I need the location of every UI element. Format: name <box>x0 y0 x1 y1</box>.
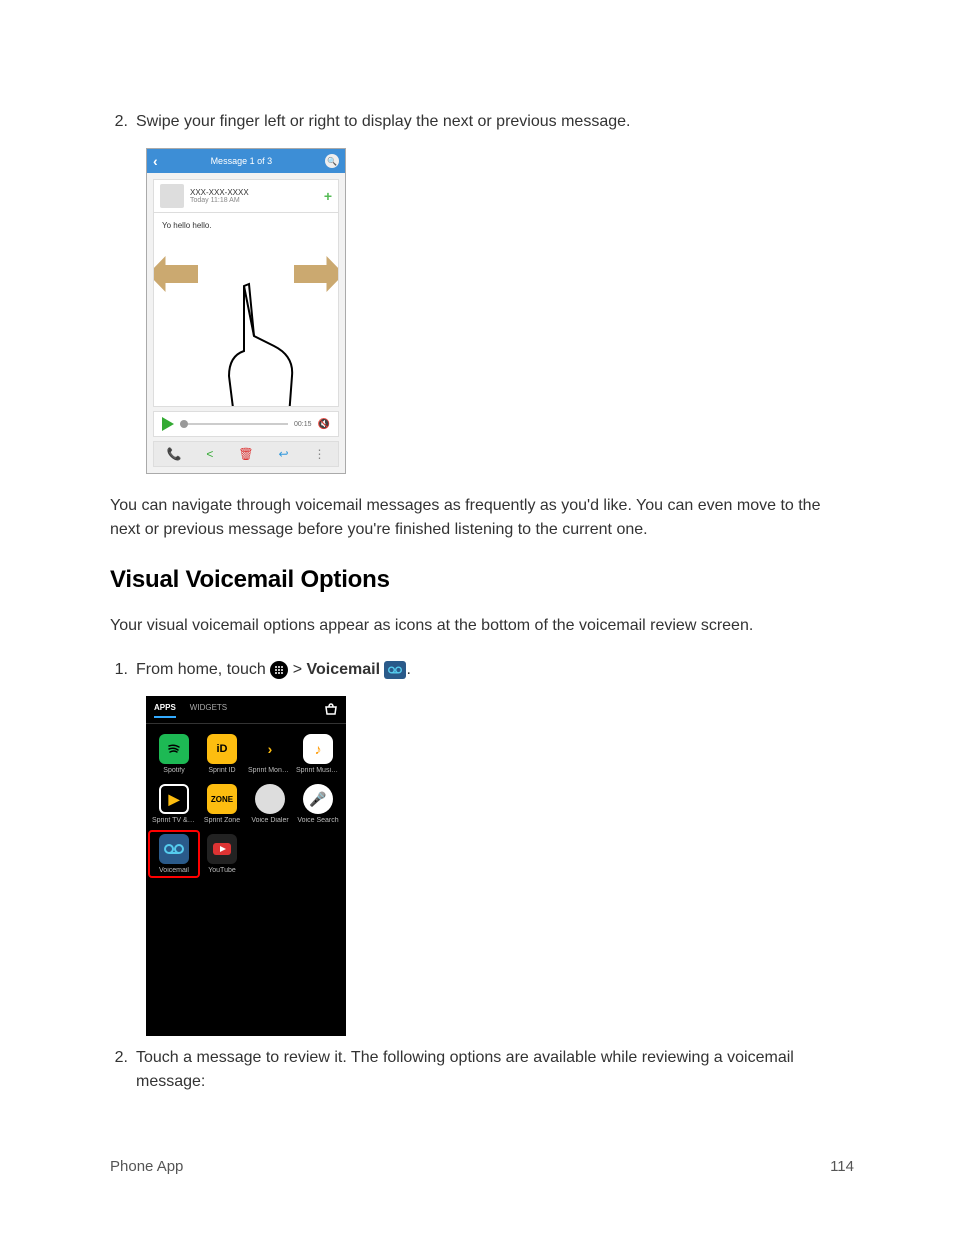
app-label: Sprint ID <box>208 767 235 774</box>
scrubber[interactable] <box>180 423 288 425</box>
page-footer: Phone App 114 <box>110 1158 854 1175</box>
step-text: From home, touch > Voicemail . <box>136 658 854 682</box>
app-sprint-id[interactable]: iD Sprint ID <box>200 734 244 774</box>
tab-widgets[interactable]: WIDGETS <box>190 703 227 718</box>
reply-icon[interactable]: ↩ <box>278 447 288 461</box>
app-label: Voice Search <box>297 817 338 824</box>
app-voicemail-highlighted[interactable]: Voicemail <box>148 830 200 878</box>
app-sprint-tv[interactable]: ▶ Sprint TV & M... <box>152 784 196 824</box>
vm-time: Today 11:18 AM <box>190 197 318 204</box>
vm-header-title: Message 1 of 3 <box>211 156 273 166</box>
step-number: 2. <box>110 1046 136 1094</box>
app-sprint-zone[interactable]: ZONE Sprint Zone <box>200 784 244 824</box>
voice-search-icon: 🎤 <box>303 784 333 814</box>
delete-icon[interactable]: 🗑 <box>238 447 253 461</box>
step-1-from-home: 1. From home, touch > Voicemail . <box>110 658 854 682</box>
duration-label: 00:15 <box>294 421 312 428</box>
app-grid: Spotify iD Sprint ID › Sprint Money... ♪… <box>146 724 346 884</box>
screenshot-voicemail-message: ‹ Message 1 of 3 🔍 XXX-XXX-XXXX Today 11… <box>146 148 346 474</box>
step-prefix: From home, touch <box>136 661 270 678</box>
apps-grid-icon <box>270 661 288 679</box>
swipe-area[interactable] <box>153 238 339 407</box>
step-number: 1. <box>110 658 136 682</box>
vm-message-card: XXX-XXX-XXXX Today 11:18 AM + <box>153 179 339 213</box>
add-contact-icon[interactable]: + <box>324 188 332 204</box>
app-youtube[interactable]: YouTube <box>200 834 244 874</box>
vm-header: ‹ Message 1 of 3 🔍 <box>147 149 345 173</box>
speaker-icon[interactable]: 🔇 <box>318 419 330 430</box>
app-label: Sprint Zone <box>204 817 240 824</box>
share-icon[interactable]: < <box>206 447 213 461</box>
step-text: Touch a message to review it. The follow… <box>136 1046 854 1094</box>
sprint-tv-icon: ▶ <box>159 784 189 814</box>
vm-playbar: 00:15 🔇 <box>153 411 339 437</box>
vm-transcript: Yo hello hello. <box>153 213 339 238</box>
app-label: Sprint Money... <box>248 767 292 774</box>
app-sprint-music[interactable]: ♪ Sprint Music... <box>296 734 340 774</box>
call-icon[interactable]: 📞 <box>166 447 181 461</box>
step-suffix: . <box>406 661 410 678</box>
footer-page-number: 114 <box>830 1158 854 1175</box>
step-text: Swipe your finger left or right to displ… <box>136 110 854 134</box>
app-label: Voice Dialer <box>251 817 288 824</box>
step-2-swipe: 2. Swipe your finger left or right to di… <box>110 110 854 134</box>
heading-visual-voicemail-options: Visual Voicemail Options <box>110 566 854 594</box>
app-sprint-money[interactable]: › Sprint Money... <box>248 734 292 774</box>
step-number: 2. <box>110 110 136 134</box>
avatar-icon <box>160 184 184 208</box>
sprint-id-icon: iD <box>207 734 237 764</box>
step-bold: Voicemail <box>307 661 381 678</box>
step-2-touch-message: 2. Touch a message to review it. The fol… <box>110 1046 854 1094</box>
shop-icon[interactable] <box>324 702 338 719</box>
tab-apps[interactable]: APPS <box>154 703 176 718</box>
voice-dialer-icon <box>255 784 285 814</box>
more-icon[interactable]: ⋮ <box>313 447 325 461</box>
app-label: Voicemail <box>159 867 189 874</box>
search-icon[interactable]: 🔍 <box>325 154 339 168</box>
vm-from: XXX-XXX-XXXX <box>190 188 318 197</box>
step-sep: > <box>288 661 306 678</box>
app-spotify[interactable]: Spotify <box>152 734 196 774</box>
voicemail-icon <box>384 661 406 679</box>
drawer-tabs: APPS WIDGETS <box>146 702 346 724</box>
back-icon[interactable]: ‹ <box>153 153 158 169</box>
sprint-zone-icon: ZONE <box>207 784 237 814</box>
play-icon[interactable] <box>162 417 174 431</box>
voicemail-app-icon <box>159 834 189 864</box>
sprint-music-icon: ♪ <box>303 734 333 764</box>
hand-pointer-icon <box>204 276 304 407</box>
youtube-icon <box>207 834 237 864</box>
footer-section: Phone App <box>110 1158 183 1175</box>
app-label: Sprint Music... <box>296 767 340 774</box>
screenshot-app-drawer: APPS WIDGETS Spotify iD Sprint ID › Spri… <box>146 696 346 1036</box>
vm-bottombar: 📞 < 🗑 ↩ ⋮ <box>153 441 339 467</box>
app-voice-search[interactable]: 🎤 Voice Search <box>296 784 340 824</box>
app-label: Spotify <box>163 767 184 774</box>
paragraph-navigate: You can navigate through voicemail messa… <box>110 494 854 542</box>
app-label: YouTube <box>208 867 236 874</box>
spotify-icon <box>159 734 189 764</box>
arrow-left-icon <box>153 256 198 292</box>
sprint-money-icon: › <box>255 734 285 764</box>
paragraph-options-intro: Your visual voicemail options appear as … <box>110 614 854 638</box>
app-label: Sprint TV & M... <box>152 817 196 824</box>
app-voice-dialer[interactable]: Voice Dialer <box>248 784 292 824</box>
